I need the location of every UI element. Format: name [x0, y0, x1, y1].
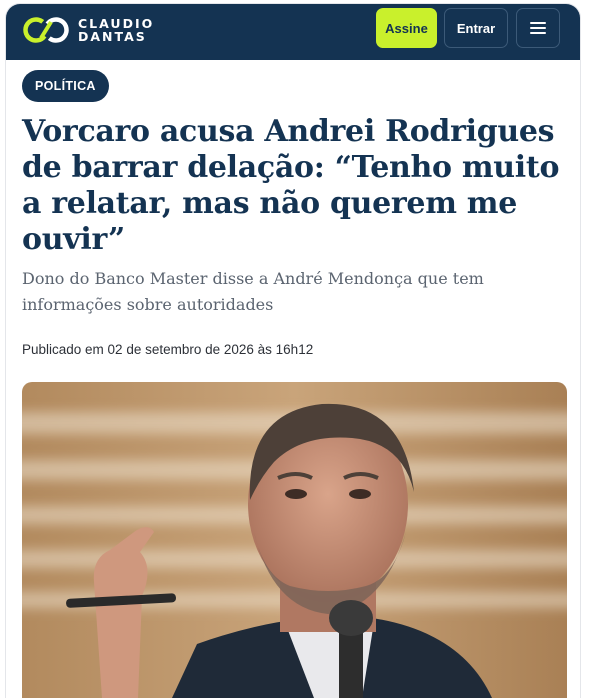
login-button[interactable]: Entrar: [444, 8, 508, 48]
hamburger-menu-icon: [530, 22, 546, 34]
category-badge[interactable]: POLÍTICA: [22, 70, 109, 102]
published-date: Publicado em 02 de setembro de 2026 às 1…: [22, 342, 314, 357]
article-photo: [22, 382, 567, 698]
article-subtitle: Dono do Banco Master disse a André Mendo…: [22, 269, 484, 314]
brand-mark-icon: [23, 17, 69, 43]
brand-line-2: DANTAS: [78, 29, 147, 44]
brand-wordmark: CLAUDIO DANTAS: [78, 17, 154, 43]
brand-logo[interactable]: CLAUDIO DANTAS: [22, 14, 154, 46]
menu-button[interactable]: [516, 8, 560, 48]
page-frame: CLAUDIO DANTAS Assine Entrar POLÍTICA Vo…: [6, 4, 580, 698]
site-header: CLAUDIO DANTAS Assine Entrar: [6, 4, 580, 60]
article-title: Vorcaro acusa Andrei Rodrigues de barrar…: [22, 114, 560, 257]
subscribe-button[interactable]: Assine: [376, 8, 437, 48]
